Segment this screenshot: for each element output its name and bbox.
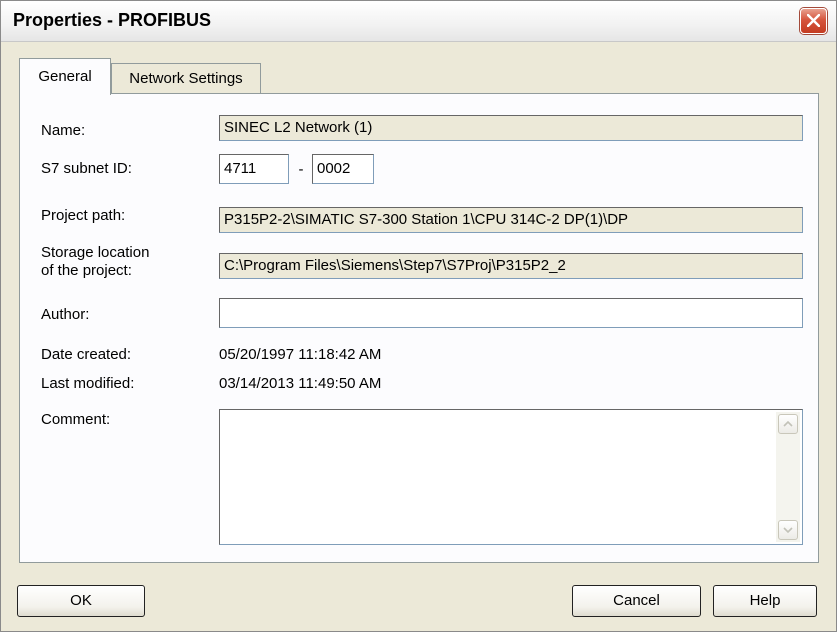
name-field[interactable]: SINEC L2 Network (1) bbox=[219, 115, 803, 141]
ok-button[interactable]: OK bbox=[17, 585, 145, 617]
close-button[interactable] bbox=[800, 8, 827, 34]
storage-location-label-line1: Storage location bbox=[41, 244, 150, 261]
title-bar[interactable]: Properties - PROFIBUS bbox=[1, 1, 836, 42]
scroll-down-button[interactable] bbox=[778, 520, 798, 540]
storage-location-field[interactable]: C:\Program Files\Siemens\Step7\S7Proj\P3… bbox=[219, 253, 803, 279]
window-title: Properties - PROFIBUS bbox=[13, 10, 212, 30]
comment-scrollbar[interactable] bbox=[776, 412, 800, 542]
tab-general[interactable]: General bbox=[19, 58, 111, 95]
author-field[interactable] bbox=[219, 298, 803, 328]
subnet-id-part1-field[interactable]: 4711 bbox=[219, 154, 289, 184]
comment-label: Comment: bbox=[41, 411, 111, 428]
project-path-field[interactable]: P315P2-2\SIMATIC S7-300 Station 1\CPU 31… bbox=[219, 207, 803, 233]
last-modified-label: Last modified: bbox=[41, 375, 135, 392]
tab-network-settings[interactable]: Network Settings bbox=[111, 63, 261, 93]
cancel-button[interactable]: Cancel bbox=[572, 585, 701, 617]
subnet-id-separator: - bbox=[298, 161, 304, 178]
scroll-up-icon bbox=[783, 420, 793, 427]
storage-location-label-line2: of the project: bbox=[41, 262, 132, 279]
last-modified-value: 03/14/2013 11:49:50 AM bbox=[219, 375, 382, 392]
scroll-up-button[interactable] bbox=[778, 414, 798, 434]
properties-dialog: Properties - PROFIBUS General Network Se… bbox=[0, 0, 837, 632]
comment-textarea[interactable] bbox=[219, 409, 803, 545]
author-label: Author: bbox=[41, 306, 90, 323]
subnet-id-label: S7 subnet ID: bbox=[41, 160, 132, 177]
project-path-label: Project path: bbox=[41, 207, 126, 224]
date-created-value: 05/20/1997 11:18:42 AM bbox=[219, 346, 382, 363]
scroll-down-icon bbox=[783, 527, 793, 534]
date-created-label: Date created: bbox=[41, 346, 132, 363]
close-icon bbox=[807, 14, 820, 27]
subnet-id-part2-field[interactable]: 0002 bbox=[312, 154, 374, 184]
name-label: Name: bbox=[41, 122, 86, 139]
help-button[interactable]: Help bbox=[713, 585, 817, 617]
